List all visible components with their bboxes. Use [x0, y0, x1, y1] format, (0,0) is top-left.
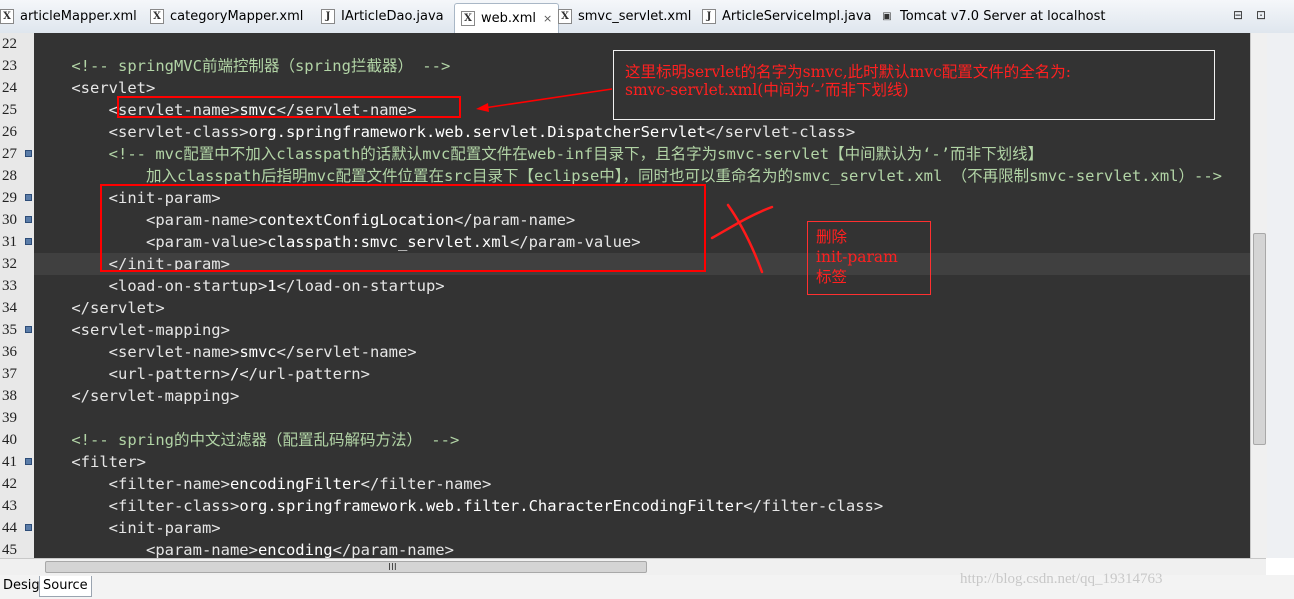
callout-text-line: 删除: [816, 228, 848, 246]
callout-text-line: smvc-servlet.xml(中间为‘-’而非下划线): [625, 81, 909, 99]
delete-init-param-callout: 删除 init-param 标签: [807, 221, 931, 295]
arrow-icon: [476, 88, 613, 112]
callout-text-line: init-param: [816, 248, 898, 266]
callout-text-line: 标签: [816, 268, 848, 286]
servlet-name-callout: 这里标明servlet的名字为smvc,此时默认mvc配置文件的全名为: smv…: [613, 50, 1215, 120]
cross-mark-icon: [710, 203, 774, 274]
callout-text-line: 这里标明servlet的名字为smvc,此时默认mvc配置文件的全名为:: [625, 63, 1072, 81]
